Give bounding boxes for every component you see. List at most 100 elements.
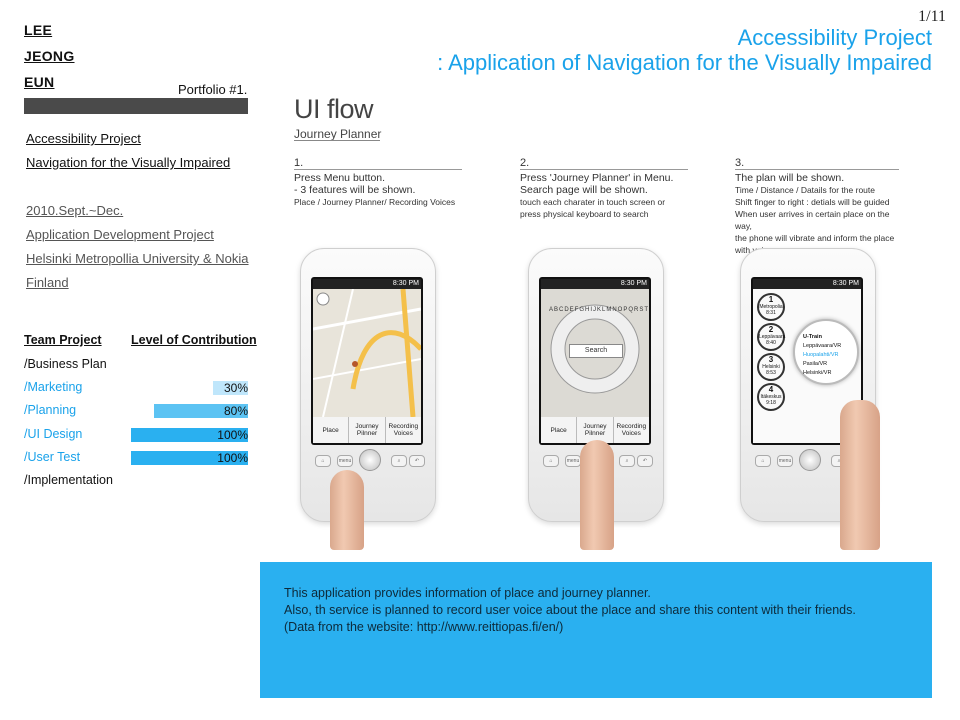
author-name-line2: JEONG	[24, 48, 75, 64]
status-bar: 8:30 PM	[753, 279, 861, 289]
route-stop[interactable]: 3 Helsinki 8:53	[757, 353, 785, 381]
step-detail: press physical keyboard to search	[520, 209, 649, 219]
step-text: Press 'Journey Planner' in Menu.	[520, 172, 674, 184]
finger-pointer	[840, 400, 880, 550]
step-rule	[735, 169, 899, 170]
map-view[interactable]	[313, 289, 421, 417]
map-graphic	[313, 289, 421, 417]
page-subtitle: : Application of Navigation for the Visu…	[437, 50, 932, 75]
route-stop-time: 8:31	[766, 310, 776, 316]
popup-item[interactable]: Leppävaara/VR	[803, 342, 857, 351]
home-icon[interactable]: ⌂	[543, 455, 559, 467]
step-number: 1.	[294, 157, 304, 169]
contribution-percent: 100%	[217, 428, 248, 442]
contribution-bar: 80%	[131, 404, 248, 418]
section-title: UI flow	[294, 94, 374, 124]
project-organization: Helsinki Metropollia University & Nokia	[26, 251, 249, 266]
search-view: ABCDEFGHIJKLMNOPQRSTUVWXYZ Search	[541, 289, 649, 417]
project-country: Finland	[26, 275, 69, 290]
softkey-bar: Place Journey Pilnner Recording Voices	[313, 417, 421, 443]
trackball[interactable]	[359, 449, 381, 471]
softkey-journey-planner[interactable]: Journey Pilnner	[349, 417, 386, 443]
step-rule	[294, 169, 462, 170]
role-label: /User Test	[24, 450, 81, 464]
phone-screen: 8:30 PM Place Journey Pilnner Recording …	[311, 277, 423, 445]
phone-mockup-map: 8:30 PM Place Journey Pilnner Recording …	[300, 248, 436, 522]
role-label: /Business Plan	[24, 357, 107, 371]
route-stop-number: 1	[768, 295, 774, 304]
step-detail: Place / Journey Planner/ Recording Voice…	[294, 197, 456, 207]
page-title: Accessibility Project	[737, 25, 932, 50]
finger-pointer	[330, 470, 364, 550]
home-icon[interactable]: ⌂	[755, 455, 771, 467]
description-panel: This application provides information of…	[260, 562, 932, 698]
role-label: /Planning	[24, 403, 77, 417]
contribution-percent: 30%	[223, 381, 248, 395]
contribution-heading: Level of Contribution	[131, 333, 257, 347]
team-project-heading: Team Project	[24, 333, 102, 347]
description-line: (Data from the website: http://www.reitt…	[284, 620, 564, 634]
alphabet-letters[interactable]: ABCDEFGHIJKLMNOPQRSTUVWXYZ	[549, 307, 649, 314]
project-type: Application Development Project	[26, 227, 214, 242]
softkey-place[interactable]: Place	[313, 417, 350, 443]
project-name: Accessibility Project	[26, 131, 141, 146]
step-detail: When user arrives in certain place on th…	[735, 209, 890, 231]
role-label: /Implementation	[24, 473, 113, 487]
search-icon[interactable]: ⌕	[619, 455, 635, 467]
step-number: 2.	[520, 157, 530, 169]
author-name-line3: EUN	[24, 74, 55, 90]
finger-pointer	[580, 440, 614, 550]
route-view: 1 Metropolia 8:31 2 Leppävaara 8:40 3 He…	[753, 289, 861, 417]
menu-button[interactable]: menu	[777, 455, 793, 467]
search-icon[interactable]: ⌕	[391, 455, 407, 467]
softkey-place[interactable]: Place	[541, 417, 578, 443]
status-bar: 8:30 PM	[313, 279, 421, 289]
softkey-recording-voices[interactable]: Recording Voices	[386, 417, 421, 443]
step-2-caption: 2. Press 'Journey Planner' in Menu. Sear…	[520, 157, 688, 220]
contribution-percent: 100%	[217, 451, 248, 465]
back-icon[interactable]: ↶	[637, 455, 653, 467]
role-label: /UI Design	[24, 427, 83, 441]
route-stop[interactable]: 2 Leppävaara 8:40	[757, 323, 785, 351]
softkey-recording-voices[interactable]: Recording Voices	[614, 417, 649, 443]
project-subtitle: Navigation for the Visually Impaired	[26, 155, 231, 170]
step-text: - 3 features will be shown.	[294, 184, 416, 196]
search-input[interactable]: Search	[569, 344, 623, 358]
route-stop-number: 2	[768, 325, 774, 334]
section-subtitle: Journey Planner	[294, 127, 382, 141]
step-3-caption: 3. The plan will be shown. Time / Distan…	[735, 157, 905, 256]
home-icon[interactable]: ⌂	[315, 455, 331, 467]
step-text: The plan will be shown.	[735, 172, 845, 184]
popup-item-active[interactable]: Huopalahti/VR	[803, 351, 857, 360]
step-text: Search page will be shown.	[520, 184, 648, 196]
contribution-bar: 100%	[131, 428, 248, 442]
route-stop-number: 4	[768, 385, 774, 394]
step-number: 3.	[735, 157, 745, 169]
author-name-line1: LEE	[24, 22, 53, 38]
contribution-percent: 80%	[223, 404, 248, 418]
contribution-bar: 100%	[131, 451, 248, 465]
section-underline	[294, 140, 380, 141]
contribution-bar: 30%	[131, 381, 248, 395]
step-text: Press Menu button.	[294, 172, 386, 184]
trackball[interactable]	[799, 449, 821, 471]
step-detail: Time / Distance / Datails for the route	[735, 185, 875, 195]
page-number: 1/11	[918, 8, 946, 25]
phone-screen: 8:30 PM ABCDEFGHIJKLMNOPQRSTUVWXYZ Searc…	[539, 277, 651, 445]
route-stop[interactable]: 4 Itäkeskus 9:18	[757, 383, 785, 411]
route-stop-number: 3	[768, 355, 774, 364]
menu-button[interactable]: menu	[337, 455, 353, 467]
route-stop-time: 9:18	[766, 400, 776, 406]
description-line: Also, th service is planned to record us…	[284, 603, 856, 617]
route-stop[interactable]: 1 Metropolia 8:31	[757, 293, 785, 321]
project-period: 2010.Sept.~Dec.	[26, 203, 124, 218]
route-detail-popup[interactable]: U-Train Leppävaara/VR Huopalahti/VR Pasi…	[793, 319, 859, 385]
popup-item[interactable]: Pasila/VR	[803, 360, 857, 369]
popup-title: U-Train	[803, 334, 822, 340]
route-stop-time: 8:53	[766, 370, 776, 376]
status-bar: 8:30 PM	[541, 279, 649, 289]
back-icon[interactable]: ↶	[409, 455, 425, 467]
popup-item[interactable]: Helsinki/VR	[803, 369, 857, 378]
menu-button[interactable]: menu	[565, 455, 581, 467]
route-stop-time: 8:40	[766, 340, 776, 346]
